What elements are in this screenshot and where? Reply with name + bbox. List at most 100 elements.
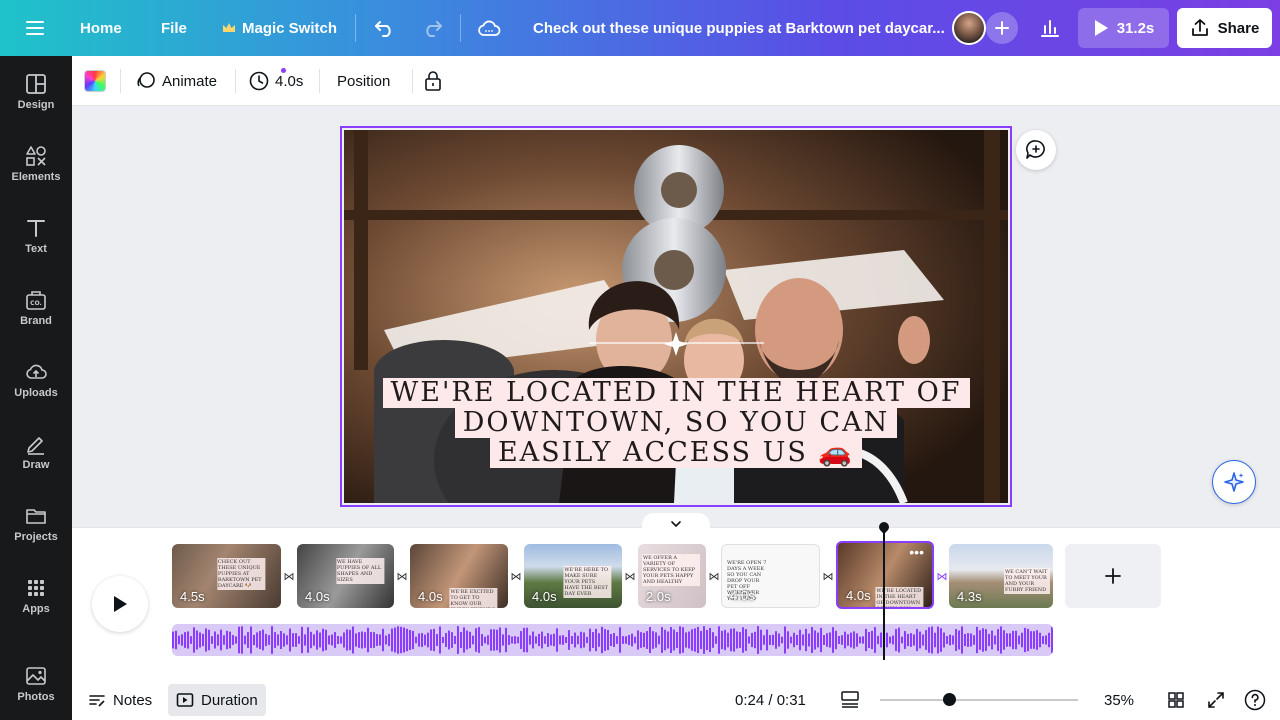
transition-icon: ⋈ <box>624 570 636 583</box>
play-preview-button[interactable]: 31.2s <box>1078 8 1169 48</box>
grid-view-icon <box>1168 692 1184 708</box>
zoom-level[interactable]: 35% <box>1104 684 1134 716</box>
transition-icon: ⋈ <box>510 570 522 583</box>
collapse-timeline-button[interactable] <box>642 513 710 535</box>
document-title[interactable]: Check out these unique puppies at Barkto… <box>533 0 945 56</box>
help-icon <box>1244 689 1266 711</box>
clip-duration: 4.0s <box>730 588 755 603</box>
timeline-clip[interactable]: WE'RE EXCITED TO GET TO KNOW OUR FURRY F… <box>410 544 508 608</box>
clip-duration: 4.0s <box>846 588 871 603</box>
magic-assistant-button[interactable] <box>1212 460 1256 504</box>
lock-icon <box>425 71 441 91</box>
avatar[interactable] <box>952 11 986 45</box>
timeline-clip[interactable]: WE OFFER A VARIETY OF SERVICES TO KEEP Y… <box>638 544 706 608</box>
sidebar-item-elements[interactable]: Elements <box>0 132 72 196</box>
sidebar-item-brand[interactable]: CO. Brand <box>0 276 72 340</box>
transition-icon: ⋈ <box>708 570 720 583</box>
clip-duration: 4.0s <box>532 589 557 604</box>
video-icon <box>176 693 194 707</box>
caption-line-2: DOWNTOWN, SO YOU CAN <box>454 408 898 438</box>
clip-duration: 4.5s <box>180 589 205 604</box>
undo-icon <box>375 21 391 37</box>
redo-icon <box>426 21 442 37</box>
transition-button[interactable]: ⋈ <box>821 569 835 583</box>
redo-button[interactable] <box>421 0 443 56</box>
transition-button[interactable]: ⋈ <box>282 569 296 583</box>
divider <box>460 14 461 42</box>
clip-duration: 2.0s <box>646 589 671 604</box>
play-icon <box>114 596 127 612</box>
divider <box>412 69 413 93</box>
timeline-clip[interactable]: WE'RE OPEN 7 DAYS A WEEK SO YOU CAN DROP… <box>721 544 820 608</box>
audio-track[interactable] <box>172 624 1053 656</box>
add-comment-button[interactable] <box>1016 130 1056 170</box>
sidebar-item-label: Apps <box>22 603 50 615</box>
timeline-clip-selected[interactable]: WE'RE LOCATED IN THE HEART OF DOWNTOWN S… <box>836 541 934 609</box>
sidebar-item-photos[interactable]: Photos <box>0 652 72 716</box>
caption-line-3: EASILY ACCESS US 🚗 <box>489 438 863 468</box>
duration-toggle-button[interactable]: Duration <box>168 684 266 716</box>
animate-button[interactable]: Animate <box>136 56 286 106</box>
layout-toggle-button[interactable] <box>840 684 862 716</box>
zoom-slider[interactable] <box>880 693 1078 706</box>
image-icon <box>26 667 46 685</box>
layout-view-icon <box>841 691 859 708</box>
menu-button[interactable] <box>26 0 46 56</box>
notes-button[interactable]: Notes <box>88 684 152 716</box>
timeline-clip[interactable]: CHECK OUT THESE UNIQUE PUPPIES AT BARKTO… <box>172 544 281 608</box>
sidebar-item-label: Brand <box>20 315 52 327</box>
transition-icon: ⋈ <box>396 570 408 583</box>
sparkle-icon <box>1224 472 1244 492</box>
animate-icon <box>137 72 155 88</box>
clip-caption: WE OFFER A VARIETY OF SERVICES TO KEEP Y… <box>642 554 700 586</box>
transition-button[interactable]: ⋈ <box>935 569 949 583</box>
transition-button[interactable]: ⋈ <box>623 569 637 583</box>
add-page-button[interactable] <box>1065 544 1161 608</box>
cloud-icon <box>478 20 501 36</box>
expand-icon <box>1208 692 1224 708</box>
animate-label: Animate <box>162 72 218 90</box>
home-button[interactable]: Home <box>80 0 122 56</box>
more-options-icon[interactable]: ••• <box>909 545 924 559</box>
layout-icon <box>26 74 46 94</box>
sidebar-item-text[interactable]: Text <box>0 204 72 268</box>
duration-button[interactable]: 4.0s <box>249 56 303 106</box>
clip-caption: WE CAN'T WAIT TO MEET YOUR AND YOUR FURR… <box>1004 568 1050 594</box>
fullscreen-button[interactable] <box>1206 684 1226 716</box>
sidebar-item-apps[interactable]: Apps <box>0 564 72 628</box>
transition-button[interactable]: ⋈ <box>509 569 523 583</box>
cloud-save-status[interactable] <box>477 0 501 56</box>
file-menu[interactable]: File <box>161 0 187 56</box>
help-button[interactable] <box>1244 684 1266 716</box>
clip-caption: WE'RE HERE TO MAKE SURE YOUR PETS HAVE T… <box>563 566 612 598</box>
playhead[interactable] <box>883 524 885 660</box>
sidebar-item-design[interactable]: Design <box>0 60 72 124</box>
brand-icon: CO. <box>26 291 46 310</box>
insights-button[interactable] <box>1034 12 1066 44</box>
timeline-play-button[interactable] <box>92 576 148 632</box>
lock-button[interactable] <box>424 56 442 106</box>
timeline-clip[interactable]: WE'RE HERE TO MAKE SURE YOUR PETS HAVE T… <box>524 544 622 608</box>
share-button[interactable]: Share <box>1177 8 1272 48</box>
transition-button[interactable]: ⋈ <box>707 569 721 583</box>
divider <box>355 14 356 42</box>
position-button[interactable]: Position <box>337 56 390 106</box>
sidebar-item-label: Text <box>25 243 47 255</box>
sidebar-item-label: Photos <box>17 691 55 703</box>
zoom-slider-thumb[interactable] <box>943 693 956 706</box>
sidebar-item-projects[interactable]: Projects <box>0 492 72 556</box>
undo-button[interactable] <box>374 0 396 56</box>
transition-button[interactable]: ⋈ <box>395 569 409 583</box>
duration-toggle-label: Duration <box>201 691 258 709</box>
add-collaborator-button[interactable] <box>986 12 1018 44</box>
canvas-caption[interactable]: WE'RE LOCATED IN THE HEART OF DOWNTOWN, … <box>0 378 1280 468</box>
timeline-clip[interactable]: WE HAVE PUPPIES OF ALL SHAPES AND SIZES … <box>297 544 394 608</box>
timeline-clip[interactable]: WE CAN'T WAIT TO MEET YOUR AND YOUR FURR… <box>949 544 1053 608</box>
magic-switch-button[interactable]: Magic Switch <box>222 0 337 56</box>
context-toolbar: Animate 4.0s Position <box>72 56 1280 106</box>
color-picker-button[interactable] <box>84 70 106 92</box>
clip-caption: CHECK OUT THESE UNIQUE PUPPIES AT BARKTO… <box>216 558 265 590</box>
share-label: Share <box>1217 19 1260 37</box>
divider <box>120 69 121 93</box>
grid-view-button[interactable] <box>1166 684 1186 716</box>
